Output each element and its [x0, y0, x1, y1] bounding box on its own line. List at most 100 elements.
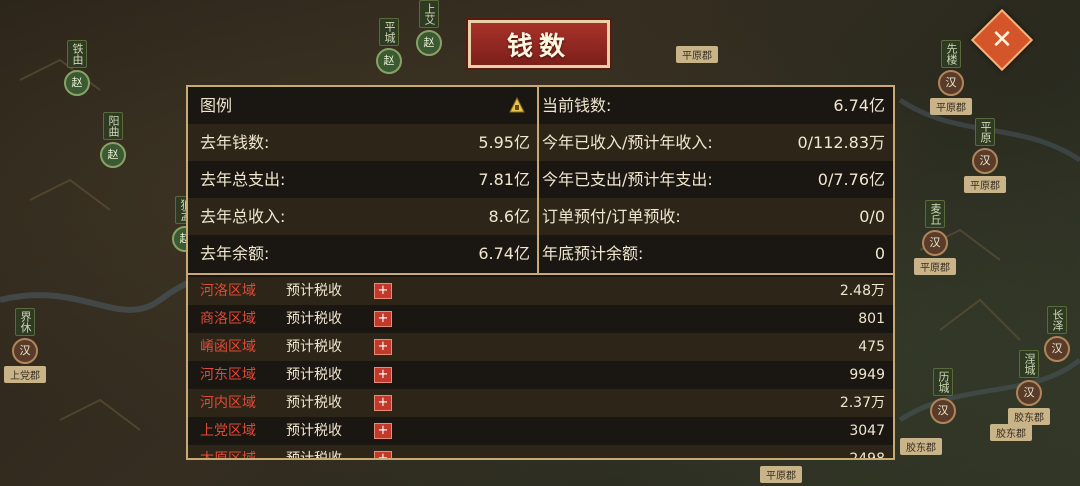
- map-city[interactable]: 先楼 汉 平原郡: [930, 40, 972, 115]
- summary-row: 图例 当前钱数: 6.74亿: [188, 87, 893, 124]
- city-name: 界休: [15, 308, 35, 336]
- close-icon: ✕: [991, 25, 1013, 55]
- region-type: 预计税收: [286, 423, 342, 439]
- region-value: 2.37万: [839, 395, 885, 411]
- region-value: 9949: [849, 367, 885, 383]
- city-seal: 汉: [1016, 380, 1042, 406]
- last-year-income-value: 8.6亿: [488, 207, 530, 226]
- commandery-label: 上党郡: [4, 366, 46, 383]
- divider: [188, 273, 893, 275]
- map-city[interactable]: 历城 汉: [930, 368, 956, 424]
- map-city[interactable]: 铁由 赵: [64, 40, 90, 96]
- city-seal: 赵: [64, 70, 90, 96]
- expense-progress-value: 0/7.76亿: [817, 170, 885, 189]
- map-city[interactable]: 麦丘 汉 平原郡: [914, 200, 956, 275]
- region-row: 崤函区域 预计税收 + 475: [188, 333, 893, 361]
- region-value: 2498: [849, 451, 885, 460]
- last-year-balance-label: 去年余额:: [200, 244, 270, 263]
- expand-button[interactable]: +: [374, 311, 392, 327]
- summary-row: 去年总支出: 7.81亿 今年已支出/预计年支出: 0/7.76亿: [188, 161, 893, 198]
- expand-button[interactable]: +: [374, 283, 392, 299]
- income-progress-label: 今年已收入/预计年收入:: [542, 133, 713, 152]
- last-year-balance-value: 6.74亿: [478, 244, 530, 263]
- current-money-label: 当前钱数:: [542, 96, 612, 115]
- commandery-label: 胶东郡: [990, 424, 1032, 441]
- expand-button[interactable]: +: [374, 339, 392, 355]
- city-name: 阳曲: [103, 112, 123, 140]
- expand-button[interactable]: +: [374, 367, 392, 383]
- commandery-label: 平原郡: [676, 46, 718, 63]
- region-name[interactable]: 河洛区域: [200, 277, 256, 305]
- money-panel: 图例 当前钱数: 6.74亿 去年钱数: 5.95亿 今年已收入/预计年收入: …: [186, 85, 895, 460]
- city-seal: 汉: [938, 70, 964, 96]
- region-type: 预计税收: [286, 311, 342, 327]
- city-seal: 汉: [12, 338, 38, 364]
- page-title: 钱数: [466, 18, 612, 70]
- region-name[interactable]: 太原区域: [200, 445, 256, 458]
- region-type: 预计税收: [286, 283, 342, 299]
- region-type: 预计税收: [286, 339, 342, 355]
- order-value: 0/0: [859, 207, 885, 226]
- region-value: 2.48万: [839, 283, 885, 299]
- last-year-income-label: 去年总收入:: [200, 207, 286, 226]
- expand-button[interactable]: +: [374, 451, 392, 458]
- region-type: 预计税收: [286, 451, 342, 460]
- region-row: 太原区域 预计税收 + 2498: [188, 445, 893, 460]
- expand-button[interactable]: +: [374, 395, 392, 411]
- commandery-label: 胶东郡: [1008, 408, 1050, 425]
- city-name: 铁由: [67, 40, 87, 68]
- map-city[interactable]: 上艾 赵: [416, 0, 442, 56]
- year-end-balance-label: 年底预计余额:: [542, 244, 644, 263]
- expand-button[interactable]: +: [374, 423, 392, 439]
- summary-row: 去年总收入: 8.6亿 订单预付/订单预收: 0/0: [188, 198, 893, 235]
- year-end-balance-value: 0: [874, 244, 885, 263]
- region-name[interactable]: 崤函区域: [200, 333, 256, 361]
- last-year-money-value: 5.95亿: [478, 133, 530, 152]
- city-seal: 汉: [930, 398, 956, 424]
- region-name[interactable]: 河内区域: [200, 389, 256, 417]
- city-name: 涅城: [1019, 350, 1039, 378]
- map-city[interactable]: 界休 汉 上党郡: [4, 308, 46, 383]
- region-name[interactable]: 商洛区域: [200, 305, 256, 333]
- city-seal: 赵: [376, 48, 402, 74]
- city-seal: 汉: [972, 148, 998, 174]
- region-row: 河内区域 预计税收 + 2.37万: [188, 389, 893, 417]
- region-row: 河东区域 预计税收 + 9949: [188, 361, 893, 389]
- current-money-value: 6.74亿: [833, 96, 885, 115]
- city-name: 麦丘: [925, 200, 945, 228]
- legend-label: 图例: [200, 96, 233, 115]
- last-year-expense-value: 7.81亿: [478, 170, 530, 189]
- commandery-label: 平原郡: [760, 466, 802, 483]
- commandery-label: 平原郡: [964, 176, 1006, 193]
- region-name[interactable]: 河东区域: [200, 361, 256, 389]
- region-name[interactable]: 上党区域: [200, 417, 256, 445]
- region-type: 预计税收: [286, 367, 342, 383]
- map-city[interactable]: 平原 汉 平原郡: [964, 118, 1006, 193]
- region-row: 商洛区域 预计税收 + 801: [188, 305, 893, 333]
- commandery-label: 平原郡: [930, 98, 972, 115]
- map-city[interactable]: 阳曲 赵: [100, 112, 126, 168]
- region-value: 3047: [849, 423, 885, 439]
- summary-row: 去年钱数: 5.95亿 今年已收入/预计年收入: 0/112.83万: [188, 124, 893, 161]
- commandery-label: 胶东郡: [900, 438, 942, 455]
- city-seal: 赵: [416, 30, 442, 56]
- city-name: 平原: [975, 118, 995, 146]
- city-seal: 赵: [100, 142, 126, 168]
- legend-help-icon[interactable]: [508, 96, 526, 114]
- city-seal: 汉: [922, 230, 948, 256]
- city-name: 历城: [933, 368, 953, 396]
- region-row: 河洛区域 预计税收 + 2.48万: [188, 277, 893, 305]
- city-name: 长泽: [1047, 306, 1067, 334]
- map-city[interactable]: 涅城 汉 胶东郡: [1008, 350, 1050, 425]
- city-name: 先楼: [941, 40, 961, 68]
- region-value: 475: [858, 339, 885, 355]
- map-city[interactable]: 平城 赵: [376, 18, 402, 74]
- city-name: 上艾: [419, 0, 439, 28]
- expense-progress-label: 今年已支出/预计年支出:: [542, 170, 713, 189]
- last-year-expense-label: 去年总支出:: [200, 170, 286, 189]
- city-name: 平城: [379, 18, 399, 46]
- column-divider: [537, 87, 539, 273]
- order-label: 订单预付/订单预收:: [542, 207, 681, 226]
- region-value: 801: [858, 311, 885, 327]
- last-year-money-label: 去年钱数:: [200, 133, 270, 152]
